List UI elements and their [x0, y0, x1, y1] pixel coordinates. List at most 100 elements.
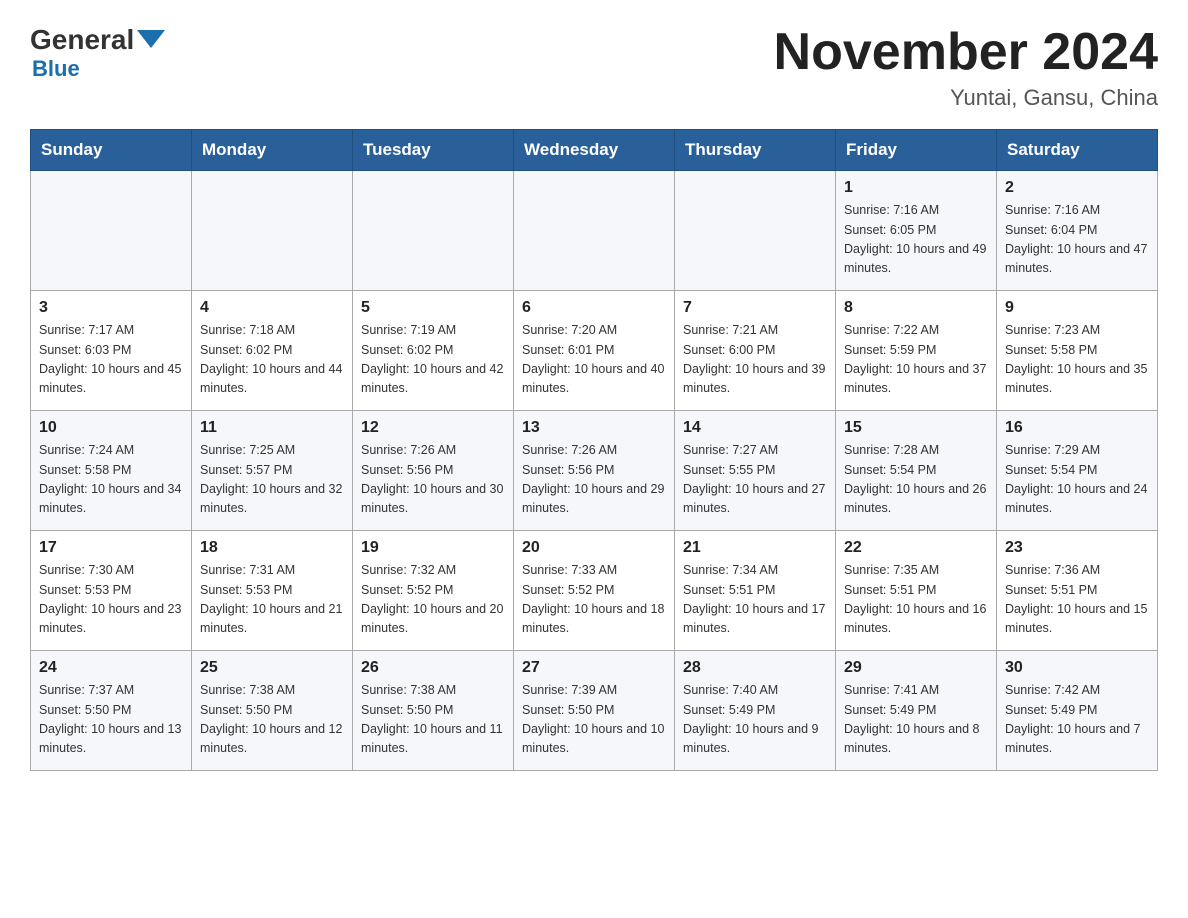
header-row: SundayMondayTuesdayWednesdayThursdayFrid… — [31, 130, 1158, 171]
day-number: 21 — [683, 539, 827, 557]
day-info: Sunrise: 7:24 AMSunset: 5:58 PMDaylight:… — [39, 441, 183, 519]
calendar-cell: 29Sunrise: 7:41 AMSunset: 5:49 PMDayligh… — [836, 651, 997, 771]
day-number: 22 — [844, 539, 988, 557]
calendar-cell: 1 Sunrise: 7:16 AMSunset: 6:05 PMDaylight… — [836, 171, 997, 291]
weekday-header-monday: Monday — [192, 130, 353, 171]
day-info: Sunrise: 7:39 AMSunset: 5:50 PMDaylight:… — [522, 681, 666, 759]
calendar-cell: 6 Sunrise: 7:20 AMSunset: 6:01 PMDaylight… — [514, 291, 675, 411]
weekday-header-saturday: Saturday — [997, 130, 1158, 171]
day-number: 23 — [1005, 539, 1149, 557]
day-number: 14 — [683, 419, 827, 437]
day-info: Sunrise: 7:21 AMSunset: 6:00 PMDaylight:… — [683, 321, 827, 399]
calendar-cell: 2Sunrise: 7:16 AMSunset: 6:04 PMDaylight… — [997, 171, 1158, 291]
calendar-cell: 5Sunrise: 7:19 AMSunset: 6:02 PMDaylight… — [353, 291, 514, 411]
calendar-cell — [353, 171, 514, 291]
day-number: 8 — [844, 299, 988, 317]
day-info: Sunrise: 7:31 AMSunset: 5:53 PMDaylight:… — [200, 561, 344, 639]
calendar-cell: 9 Sunrise: 7:23 AMSunset: 5:58 PMDaylight… — [997, 291, 1158, 411]
day-info: Sunrise: 7:27 AMSunset: 5:55 PMDaylight:… — [683, 441, 827, 519]
day-number: 27 — [522, 659, 666, 677]
day-number: 16 — [1005, 419, 1149, 437]
calendar-cell: 4 Sunrise: 7:18 AMSunset: 6:02 PMDaylight… — [192, 291, 353, 411]
calendar-cell: 17 Sunrise: 7:30 AMSunset: 5:53 PMDayligh… — [31, 531, 192, 651]
calendar-cell: 20Sunrise: 7:33 AMSunset: 5:52 PMDayligh… — [514, 531, 675, 651]
day-number: 4 — [200, 299, 344, 317]
logo-text-general: General — [30, 24, 134, 56]
calendar-cell: 7 Sunrise: 7:21 AMSunset: 6:00 PMDaylight… — [675, 291, 836, 411]
logo-general: General — [30, 24, 165, 56]
day-number: 15 — [844, 419, 988, 437]
day-info: Sunrise: 7:20 AMSunset: 6:01 PMDaylight:… — [522, 321, 666, 399]
month-title: November 2024 — [774, 24, 1158, 81]
weekday-header-sunday: Sunday — [31, 130, 192, 171]
day-number: 7 — [683, 299, 827, 317]
day-number: 17 — [39, 539, 183, 557]
header: General Blue November 2024 Yuntai, Gansu… — [30, 24, 1158, 111]
calendar-cell: 14 Sunrise: 7:27 AMSunset: 5:55 PMDayligh… — [675, 411, 836, 531]
day-info: Sunrise: 7:35 AMSunset: 5:51 PMDaylight:… — [844, 561, 988, 639]
calendar-cell: 23 Sunrise: 7:36 AMSunset: 5:51 PMDayligh… — [997, 531, 1158, 651]
location-title: Yuntai, Gansu, China — [774, 85, 1158, 111]
day-number: 19 — [361, 539, 505, 557]
day-number: 9 — [1005, 299, 1149, 317]
day-number: 25 — [200, 659, 344, 677]
weekday-header-wednesday: Wednesday — [514, 130, 675, 171]
day-info: Sunrise: 7:40 AMSunset: 5:49 PMDaylight:… — [683, 681, 827, 759]
day-number: 12 — [361, 419, 505, 437]
day-info: Sunrise: 7:32 AMSunset: 5:52 PMDaylight:… — [361, 561, 505, 639]
calendar-cell: 13Sunrise: 7:26 AMSunset: 5:56 PMDayligh… — [514, 411, 675, 531]
calendar-cell — [514, 171, 675, 291]
calendar-cell: 24Sunrise: 7:37 AMSunset: 5:50 PMDayligh… — [31, 651, 192, 771]
calendar-cell: 27 Sunrise: 7:39 AMSunset: 5:50 PMDayligh… — [514, 651, 675, 771]
day-info: Sunrise: 7:19 AMSunset: 6:02 PMDaylight:… — [361, 321, 505, 399]
day-info: Sunrise: 7:16 AMSunset: 6:05 PMDaylight:… — [844, 201, 988, 279]
day-info: Sunrise: 7:17 AMSunset: 6:03 PMDaylight:… — [39, 321, 183, 399]
day-number: 10 — [39, 419, 183, 437]
day-number: 6 — [522, 299, 666, 317]
day-number: 18 — [200, 539, 344, 557]
calendar-cell: 21Sunrise: 7:34 AMSunset: 5:51 PMDayligh… — [675, 531, 836, 651]
day-info: Sunrise: 7:38 AMSunset: 5:50 PMDaylight:… — [361, 681, 505, 759]
day-number: 3 — [39, 299, 183, 317]
day-info: Sunrise: 7:36 AMSunset: 5:51 PMDaylight:… — [1005, 561, 1149, 639]
calendar-cell: 15 Sunrise: 7:28 AMSunset: 5:54 PMDayligh… — [836, 411, 997, 531]
calendar-cell: 12 Sunrise: 7:26 AMSunset: 5:56 PMDayligh… — [353, 411, 514, 531]
week-row-1: 1 Sunrise: 7:16 AMSunset: 6:05 PMDaylight… — [31, 171, 1158, 291]
day-number: 11 — [200, 419, 344, 437]
week-row-4: 17 Sunrise: 7:30 AMSunset: 5:53 PMDayligh… — [31, 531, 1158, 651]
calendar-cell: 10 Sunrise: 7:24 AMSunset: 5:58 PMDayligh… — [31, 411, 192, 531]
day-info: Sunrise: 7:22 AMSunset: 5:59 PMDaylight:… — [844, 321, 988, 399]
day-info: Sunrise: 7:23 AMSunset: 5:58 PMDaylight:… — [1005, 321, 1149, 399]
calendar-table: SundayMondayTuesdayWednesdayThursdayFrid… — [30, 129, 1158, 771]
calendar-cell: 26Sunrise: 7:38 AMSunset: 5:50 PMDayligh… — [353, 651, 514, 771]
logo-text-blue: Blue — [32, 56, 80, 82]
weekday-header-thursday: Thursday — [675, 130, 836, 171]
day-info: Sunrise: 7:26 AMSunset: 5:56 PMDaylight:… — [361, 441, 505, 519]
calendar-cell: 30 Sunrise: 7:42 AMSunset: 5:49 PMDayligh… — [997, 651, 1158, 771]
day-info: Sunrise: 7:26 AMSunset: 5:56 PMDaylight:… — [522, 441, 666, 519]
calendar-cell — [675, 171, 836, 291]
calendar-cell: 3 Sunrise: 7:17 AMSunset: 6:03 PMDaylight… — [31, 291, 192, 411]
calendar-cell: 28 Sunrise: 7:40 AMSunset: 5:49 PMDayligh… — [675, 651, 836, 771]
calendar-cell: 16 Sunrise: 7:29 AMSunset: 5:54 PMDayligh… — [997, 411, 1158, 531]
day-info: Sunrise: 7:42 AMSunset: 5:49 PMDaylight:… — [1005, 681, 1149, 759]
calendar-cell: 22 Sunrise: 7:35 AMSunset: 5:51 PMDayligh… — [836, 531, 997, 651]
day-number: 30 — [1005, 659, 1149, 677]
day-number: 29 — [844, 659, 988, 677]
day-number: 1 — [844, 179, 988, 197]
calendar-cell — [192, 171, 353, 291]
day-info: Sunrise: 7:16 AMSunset: 6:04 PMDaylight:… — [1005, 201, 1149, 279]
day-info: Sunrise: 7:28 AMSunset: 5:54 PMDaylight:… — [844, 441, 988, 519]
calendar-cell: 18 Sunrise: 7:31 AMSunset: 5:53 PMDayligh… — [192, 531, 353, 651]
week-row-3: 10 Sunrise: 7:24 AMSunset: 5:58 PMDayligh… — [31, 411, 1158, 531]
weekday-header-friday: Friday — [836, 130, 997, 171]
day-info: Sunrise: 7:29 AMSunset: 5:54 PMDaylight:… — [1005, 441, 1149, 519]
logo-arrow-icon — [137, 30, 165, 48]
calendar-cell: 19 Sunrise: 7:32 AMSunset: 5:52 PMDayligh… — [353, 531, 514, 651]
day-number: 28 — [683, 659, 827, 677]
day-info: Sunrise: 7:33 AMSunset: 5:52 PMDaylight:… — [522, 561, 666, 639]
day-info: Sunrise: 7:30 AMSunset: 5:53 PMDaylight:… — [39, 561, 183, 639]
weekday-header-tuesday: Tuesday — [353, 130, 514, 171]
week-row-2: 3 Sunrise: 7:17 AMSunset: 6:03 PMDaylight… — [31, 291, 1158, 411]
day-info: Sunrise: 7:18 AMSunset: 6:02 PMDaylight:… — [200, 321, 344, 399]
